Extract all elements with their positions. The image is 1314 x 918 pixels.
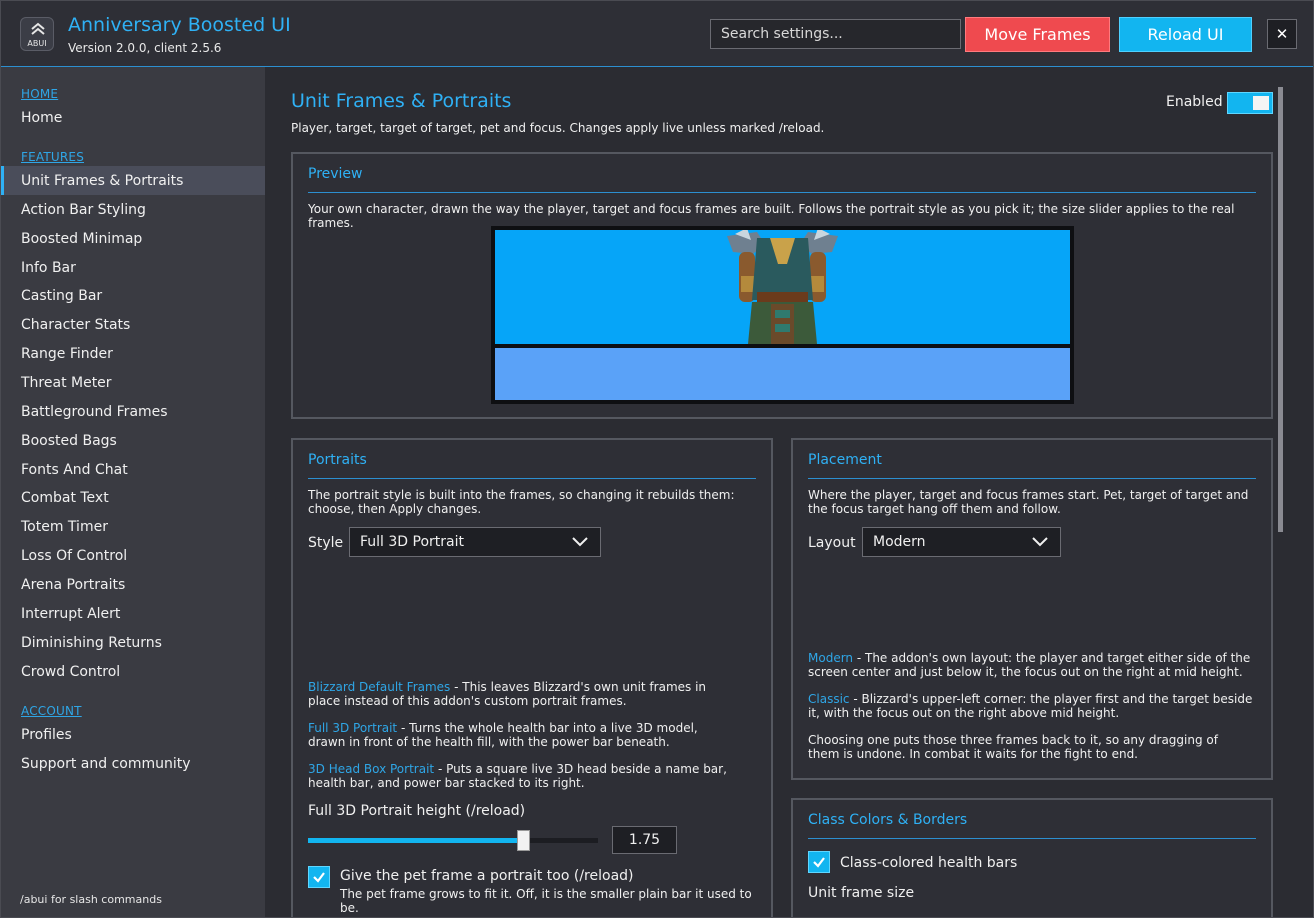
sidebar-item-loss-of-control[interactable]: Loss Of Control xyxy=(1,541,265,570)
style-dropdown[interactable]: Full 3D Portrait xyxy=(349,527,601,557)
layout-value: Modern xyxy=(873,534,926,550)
pet-portrait-checkbox[interactable] xyxy=(308,866,330,888)
option-name: Modern xyxy=(808,651,854,665)
chevron-down-icon xyxy=(572,537,588,547)
option-name: Classic xyxy=(808,692,850,706)
page-description: Player, target, target of target, pet an… xyxy=(291,121,825,135)
sidebar-item-action-bar-styling[interactable]: Action Bar Styling xyxy=(1,195,265,224)
portrait-preview xyxy=(491,226,1074,404)
unit-frame-size-label: Unit frame size xyxy=(808,885,915,901)
sidebar-item-character-stats[interactable]: Character Stats xyxy=(1,310,265,339)
sidebar-item-profiles[interactable]: Profiles xyxy=(1,720,265,749)
main-content: Unit Frames & Portraits Player, target, … xyxy=(265,67,1313,917)
portrait-height-value[interactable]: 1.75 xyxy=(612,826,677,854)
sidebar: HOME Home FEATURES Unit Frames & Portrai… xyxy=(1,67,265,917)
enabled-toggle[interactable] xyxy=(1227,92,1273,114)
toggle-knob xyxy=(1253,96,1269,110)
sidebar-item-diminishing-returns[interactable]: Diminishing Returns xyxy=(1,628,265,657)
option-modern: Modern - The addon's own layout: the pla… xyxy=(808,651,1253,679)
app-version: Version 2.0.0, client 2.5.6 xyxy=(68,41,222,55)
character-model-image xyxy=(727,230,838,344)
checkmark-icon xyxy=(313,872,325,883)
checkmark-icon xyxy=(813,857,825,868)
sidebar-item-crowd-control[interactable]: Crowd Control xyxy=(1,657,265,686)
option-full-3d: Full 3D Portrait - Turns the whole healt… xyxy=(308,721,738,749)
option-name: Full 3D Portrait xyxy=(308,721,398,735)
sidebar-item-range-finder[interactable]: Range Finder xyxy=(1,339,265,368)
class-colors-title: Class Colors & Borders xyxy=(808,812,968,828)
sidebar-item-interrupt-alert[interactable]: Interrupt Alert xyxy=(1,599,265,628)
sidebar-item-battleground-frames[interactable]: Battleground Frames xyxy=(1,397,265,426)
close-button[interactable]: ✕ xyxy=(1267,19,1297,49)
logo-text: ABUI xyxy=(27,39,47,48)
sidebar-item-arena-portraits[interactable]: Arena Portraits xyxy=(1,570,265,599)
pet-portrait-description: The pet frame grows to fit it. Off, it i… xyxy=(340,887,752,915)
sidebar-section-account: ACCOUNT xyxy=(21,704,82,718)
option-name: 3D Head Box Portrait xyxy=(308,762,435,776)
sidebar-item-combat-text[interactable]: Combat Text xyxy=(1,483,265,512)
option-name: Blizzard Default Frames xyxy=(308,680,451,694)
sidebar-item-threat-meter[interactable]: Threat Meter xyxy=(1,368,265,397)
portraits-title: Portraits xyxy=(308,452,367,468)
option-classic: Classic - Blizzard's upper-left corner: … xyxy=(808,692,1253,720)
panel-divider xyxy=(808,478,1256,479)
preview-power-bar xyxy=(495,348,1070,400)
portrait-height-slider-thumb[interactable] xyxy=(517,830,530,851)
style-label: Style xyxy=(308,535,344,551)
sidebar-item-fonts-and-chat[interactable]: Fonts And Chat xyxy=(1,455,265,484)
option-blizzard-default: Blizzard Default Frames - This leaves Bl… xyxy=(308,680,728,708)
sidebar-item-support[interactable]: Support and community xyxy=(1,749,265,778)
layout-dropdown[interactable]: Modern xyxy=(862,527,1061,557)
search-input[interactable] xyxy=(710,19,961,49)
sidebar-item-casting-bar[interactable]: Casting Bar xyxy=(1,281,265,310)
style-value: Full 3D Portrait xyxy=(360,534,464,550)
placement-description: Where the player, target and focus frame… xyxy=(808,488,1249,516)
header-bar: ABUI Anniversary Boosted UI Version 2.0.… xyxy=(1,1,1313,67)
sidebar-section-home: HOME xyxy=(21,87,59,101)
sidebar-item-totem-timer[interactable]: Totem Timer xyxy=(1,512,265,541)
reload-ui-button[interactable]: Reload UI xyxy=(1119,17,1252,52)
preview-panel: Preview Your own character, drawn the wa… xyxy=(291,152,1273,419)
sidebar-section-features: FEATURES xyxy=(21,150,85,164)
sidebar-item-home[interactable]: Home xyxy=(1,103,265,132)
layout-label: Layout xyxy=(808,535,856,551)
sidebar-item-info-bar[interactable]: Info Bar xyxy=(1,253,265,282)
portrait-height-slider-fill xyxy=(308,838,523,843)
sidebar-item-unit-frames[interactable]: Unit Frames & Portraits xyxy=(1,166,265,195)
app-logo: ABUI xyxy=(20,17,54,51)
panel-divider xyxy=(308,192,1256,193)
sidebar-item-boosted-minimap[interactable]: Boosted Minimap xyxy=(1,224,265,253)
chevron-up-logo-icon xyxy=(31,22,45,35)
page-title: Unit Frames & Portraits xyxy=(291,90,512,112)
class-colored-health-checkbox[interactable] xyxy=(808,851,830,873)
scrollbar-thumb[interactable] xyxy=(1278,87,1283,532)
placement-note: Choosing one puts those three frames bac… xyxy=(808,733,1218,761)
portraits-panel: Portraits The portrait style is built in… xyxy=(291,438,773,917)
portraits-description: The portrait style is built into the fra… xyxy=(308,488,735,516)
pet-portrait-label: Give the pet frame a portrait too (/relo… xyxy=(340,868,634,884)
class-colored-health-label: Class-colored health bars xyxy=(840,855,1018,871)
class-colors-panel: Class Colors & Borders Class-colored hea… xyxy=(791,798,1273,917)
panel-divider xyxy=(308,478,756,479)
option-3d-head-box: 3D Head Box Portrait - Puts a square liv… xyxy=(308,762,753,790)
preview-title: Preview xyxy=(308,166,363,182)
chevron-down-icon xyxy=(1032,537,1048,547)
preview-health-bar xyxy=(495,230,1070,344)
close-icon: ✕ xyxy=(1275,25,1289,43)
move-frames-button[interactable]: Move Frames xyxy=(965,17,1110,52)
settings-window: ABUI Anniversary Boosted UI Version 2.0.… xyxy=(0,0,1314,918)
portrait-height-label: Full 3D Portrait height (/reload) xyxy=(308,803,526,819)
slash-commands-hint: /abui for slash commands xyxy=(20,893,162,906)
placement-panel: Placement Where the player, target and f… xyxy=(791,438,1273,780)
option-desc: - The addon's own layout: the player and… xyxy=(808,651,1251,679)
option-desc: - Blizzard's upper-left corner: the play… xyxy=(808,692,1253,720)
sidebar-item-boosted-bags[interactable]: Boosted Bags xyxy=(1,426,265,455)
placement-title: Placement xyxy=(808,452,882,468)
panel-divider xyxy=(808,838,1256,839)
enabled-label: Enabled xyxy=(1166,94,1223,110)
app-title: Anniversary Boosted UI xyxy=(68,14,291,36)
